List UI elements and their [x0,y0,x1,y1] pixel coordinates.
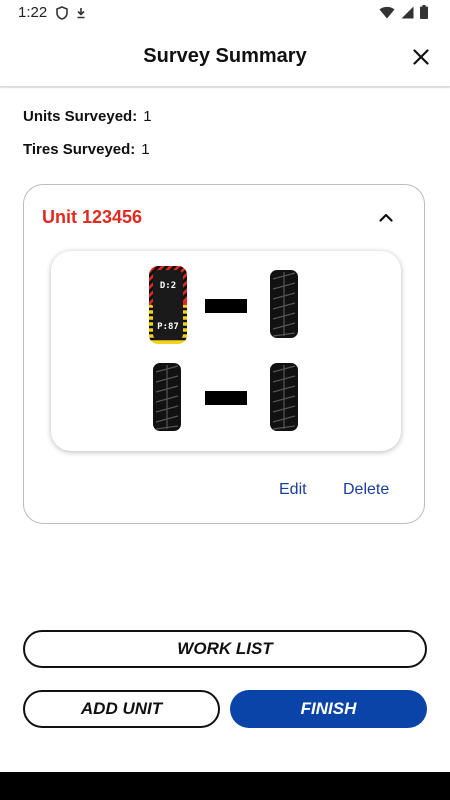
header: Survey Summary [0,28,450,87]
tire-icon [270,270,298,338]
units-surveyed-label: Units Surveyed: [23,108,138,125]
status-bar: 1:22 [0,0,450,28]
close-icon [413,49,429,65]
status-right-icons [379,5,428,19]
page-title: Survey Summary [143,45,307,67]
surveyed-tire-icon: D:2 P:87 [149,266,187,344]
battery-icon [420,5,428,19]
tire-depth-label: D:2 [160,281,176,291]
chevron-up-icon [379,213,393,222]
edit-link[interactable]: Edit [279,481,307,499]
signal-icon [401,6,414,18]
tire-icon [153,363,181,431]
status-time: 1:22 [18,4,48,21]
tires-surveyed-row: Tires Surveyed: 1 [23,141,150,158]
shield-icon [56,6,68,20]
unit-card: Unit 123456 D:2 P:87 Edit Delete [23,184,425,524]
tires-surveyed-value: 1 [141,141,150,158]
add-unit-button[interactable]: ADD UNIT [23,690,220,728]
navigation-bar [0,772,450,800]
close-button[interactable] [406,42,436,72]
axle-diagram: D:2 P:87 [51,251,401,451]
tire-rear-right[interactable] [269,362,299,432]
front-axle [205,299,247,313]
tire-icon [270,363,298,431]
delete-link[interactable]: Delete [343,481,389,499]
wifi-icon [379,6,395,18]
download-icon [77,8,85,19]
work-list-button[interactable]: WORK LIST [23,630,427,668]
status-left-icons [56,6,86,20]
tire-front-left[interactable]: D:2 P:87 [148,265,187,344]
units-surveyed-row: Units Surveyed: 1 [23,108,152,125]
tire-front-right[interactable] [269,269,299,339]
finish-button[interactable]: FINISH [230,690,427,728]
collapse-button[interactable] [374,205,398,229]
tire-rear-left[interactable] [152,362,182,432]
units-surveyed-value: 1 [143,108,152,125]
unit-title: Unit 123456 [42,207,143,227]
tire-pressure-label: P:87 [157,322,179,332]
rear-axle [205,391,247,405]
tires-surveyed-label: Tires Surveyed: [23,141,136,158]
